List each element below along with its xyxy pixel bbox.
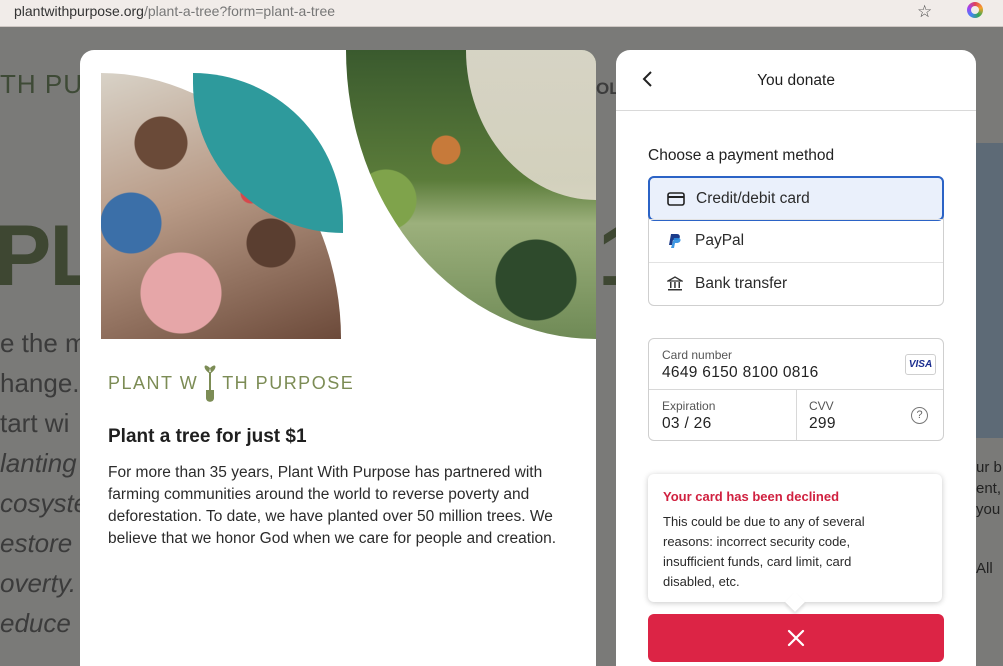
close-x-icon — [787, 629, 805, 647]
expiration-field[interactable]: 03 / 26 — [662, 415, 712, 433]
extension-icon[interactable] — [967, 2, 983, 18]
campaign-card: PLANT W TH PURPOSE Plant a tree for just… — [80, 50, 596, 666]
payment-option-card[interactable]: Credit/debit card — [648, 176, 944, 221]
visa-logo-icon: VISA — [905, 354, 936, 375]
bg-line: educe — [0, 608, 71, 638]
url-path: /plant-a-tree?form=plant-a-tree — [143, 3, 336, 19]
payment-option-label: Bank transfer — [695, 275, 788, 292]
bg-line: cosyste — [0, 488, 89, 518]
payment-method-label: Choose a payment method — [648, 147, 835, 164]
payment-option-label: PayPal — [695, 232, 745, 249]
bg-right-line: ent, — [976, 480, 1002, 497]
url-domain: plantwithpurpose.org — [14, 3, 144, 19]
cvv-field[interactable]: 299 — [809, 415, 836, 433]
sprout-shovel-icon — [204, 365, 216, 402]
donate-title: You donate — [757, 72, 835, 89]
bg-right-line: All — [976, 560, 993, 577]
bank-icon — [665, 274, 685, 294]
payment-option-label: Credit/debit card — [696, 189, 810, 207]
payment-method-options: Credit/debit card PayPal Bank transfer — [648, 176, 944, 306]
payment-option-bank[interactable]: Bank transfer — [649, 262, 943, 305]
donate-header: You donate — [616, 50, 976, 111]
submit-error-button[interactable] — [648, 614, 944, 662]
bg-right-line: ur b — [976, 459, 1002, 476]
background-right-text: ur b ent, you All — [976, 457, 1002, 579]
background-paragraph: e the m hange. tart wi lanting cosyste e… — [0, 323, 88, 643]
cvv-help-icon[interactable]: ? — [911, 407, 928, 424]
error-message: This could be due to any of several reas… — [663, 514, 865, 589]
bg-right-line: you — [976, 501, 1001, 518]
bg-line: lanting — [0, 448, 77, 478]
bg-line: e the m — [0, 328, 87, 358]
bg-line: hange. — [0, 368, 80, 398]
field-divider — [796, 390, 797, 440]
cvv-label: CVV — [809, 399, 834, 413]
card-details-form: Card number 4649 6150 8100 0816 VISA Exp… — [648, 338, 944, 441]
hero-image — [101, 50, 596, 339]
error-title: Your card has been declined — [663, 489, 840, 504]
expiration-label: Expiration — [662, 399, 716, 413]
bookmark-star-icon[interactable]: ☆ — [917, 2, 932, 22]
credit-card-icon — [666, 189, 686, 209]
plant-with-purpose-logo: PLANT W TH PURPOSE — [108, 358, 354, 408]
browser-address-bar[interactable]: plantwithpurpose.org/plant-a-tree?form=p… — [0, 0, 1003, 27]
card-number-label: Card number — [662, 348, 733, 362]
card-number-field[interactable]: Card number 4649 6150 8100 0816 VISA — [649, 339, 943, 390]
paypal-icon — [665, 231, 685, 251]
url-text[interactable]: plantwithpurpose.org/plant-a-tree?form=p… — [14, 3, 335, 19]
logo-text-left: PLANT W — [108, 372, 199, 393]
logo-text-right: TH PURPOSE — [222, 372, 355, 393]
campaign-title: Plant a tree for just $1 — [108, 426, 307, 447]
card-number-value[interactable]: 4649 6150 8100 0816 — [662, 364, 819, 382]
tea-plants-photo — [346, 50, 596, 339]
card-declined-tooltip: Your card has been declined This could b… — [648, 474, 942, 602]
background-logo: TH PU — [0, 69, 83, 99]
donate-panel: You donate Choose a payment method Credi… — [616, 50, 976, 666]
payment-option-paypal[interactable]: PayPal — [649, 219, 943, 262]
bg-line: estore — [0, 528, 73, 558]
background-image — [976, 143, 1003, 438]
bg-line: tart wi — [0, 408, 70, 438]
bg-line: overty. — [0, 568, 77, 598]
campaign-description: For more than 35 years, Plant With Purpo… — [108, 464, 557, 547]
